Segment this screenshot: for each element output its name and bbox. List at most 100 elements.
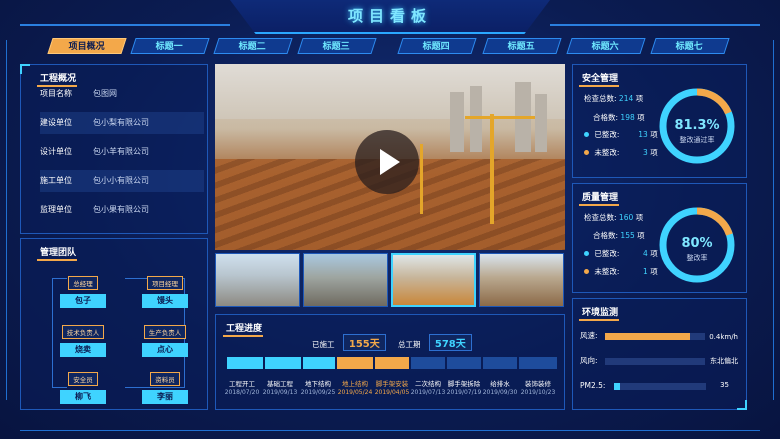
stat-label: 合格数: — [593, 231, 619, 240]
role-title: 技术负责人 — [61, 325, 105, 339]
video-thumbnail[interactable] — [215, 253, 300, 307]
role-title: 安全员 — [68, 372, 98, 386]
env-value: 35 — [720, 381, 729, 389]
stat-value: 160 — [618, 213, 634, 222]
quality-title: 质量管理 — [578, 190, 620, 206]
stat-unit: 项 — [635, 94, 644, 103]
video-building — [470, 86, 482, 152]
stat-label: 已整改: — [594, 249, 620, 258]
env-value: 东北偏北 — [710, 357, 738, 365]
stat-row: 合格数: 155 项 — [593, 230, 645, 242]
info-label: 建设单位 — [40, 118, 72, 127]
tab-project-overview[interactable]: 项目概况 — [47, 38, 127, 54]
member-name: 李丽 — [142, 390, 188, 404]
stage-bar — [227, 357, 263, 369]
tab-title-1[interactable]: 标题一 — [130, 38, 210, 54]
stat-label: 检查总数: — [584, 94, 617, 103]
role-title: 项目经理 — [147, 276, 183, 290]
stage-bar — [337, 357, 373, 369]
stat-value: 1 — [643, 267, 648, 276]
total-value: 578天 — [428, 334, 472, 351]
stat-value: 214 — [618, 94, 634, 103]
stat-row: 未整改: 3 项 — [584, 147, 658, 159]
env-value: 0.4km/h — [709, 333, 738, 341]
stage-bar — [411, 357, 445, 369]
stat-label: 已整改: — [594, 130, 620, 139]
member-name: 烧卖 — [60, 343, 106, 357]
role-title: 资料员 — [150, 372, 180, 386]
stat-row: 检查总数: 214 项 — [584, 93, 643, 105]
team-member: 生产负责人 点心 — [134, 320, 196, 357]
role-title: 生产负责人 — [143, 325, 187, 339]
tab-title-2[interactable]: 标题二 — [213, 38, 293, 54]
info-value: 包小果有限公司 — [93, 205, 149, 214]
corner-accent — [20, 64, 30, 74]
stage-bar — [375, 357, 409, 369]
stat-row: 检查总数: 160 项 — [584, 212, 643, 224]
used-label: 已施工 — [312, 340, 335, 349]
video-crane — [490, 114, 494, 224]
video-thumbnail[interactable] — [303, 253, 388, 307]
total-label: 总工期 — [398, 340, 421, 349]
env-row: PM2.5: — [580, 380, 605, 392]
stat-unit: 项 — [635, 213, 644, 222]
status-dot — [584, 150, 589, 155]
safety-title: 安全管理 — [578, 71, 620, 87]
info-value: 包图网 — [93, 89, 117, 98]
safety-ring-value: 81.3% — [674, 118, 720, 133]
used-days: 已施工 155天 — [312, 334, 386, 351]
env-row: 风速: — [580, 330, 598, 342]
video-thumbnail[interactable] — [479, 253, 564, 307]
team-member: 技术负责人 烧卖 — [52, 320, 114, 357]
stat-row: 合格数: 198 项 — [593, 112, 645, 124]
progress-title: 工程进度 — [222, 321, 264, 337]
stat-label: 未整改: — [594, 148, 620, 157]
tab-title-3[interactable]: 标题三 — [297, 38, 377, 54]
team-title: 管理团队 — [36, 245, 78, 261]
header-rule-left — [20, 24, 230, 26]
quality-ring-value: 80% — [681, 236, 713, 251]
stage-date: 2019/10/23 — [520, 389, 556, 396]
info-value: 包小小有限公司 — [93, 176, 149, 185]
play-button[interactable] — [355, 130, 419, 194]
video-sky — [215, 64, 565, 119]
frame-bottom — [20, 430, 760, 431]
video-building — [535, 94, 547, 152]
video-thumbnail[interactable] — [391, 253, 476, 307]
info-label: 施工单位 — [40, 176, 72, 185]
corner-accent — [737, 400, 747, 410]
used-value: 155天 — [342, 334, 386, 351]
video-crane — [465, 116, 535, 119]
stat-row: 未整改: 1 项 — [584, 266, 658, 278]
status-dot — [584, 251, 589, 256]
team-member: 安全员 柳飞 — [52, 367, 114, 404]
tab-title-7[interactable]: 标题七 — [650, 38, 730, 54]
stat-value: 3 — [643, 148, 648, 157]
tab-title-5[interactable]: 标题五 — [482, 38, 562, 54]
safety-ring-label: 整改通过率 — [679, 136, 715, 144]
stat-value: 155 — [620, 231, 635, 240]
stat-row: 已整改: 4 项 — [584, 248, 658, 260]
info-row: 建设单位 包小梨有限公司 — [40, 112, 204, 134]
tab-title-4[interactable]: 标题四 — [397, 38, 477, 54]
stat-value: 13 — [638, 130, 648, 139]
stage-bar — [265, 357, 301, 369]
member-name: 点心 — [142, 343, 188, 357]
team-member: 总经理 包子 — [52, 271, 114, 308]
stage-name: 装饰装修 — [525, 380, 551, 388]
info-value: 包小梨有限公司 — [93, 118, 149, 127]
member-name: 馒头 — [142, 294, 188, 308]
info-row: 项目名称 包图网 — [40, 83, 204, 105]
stage-bar — [483, 357, 517, 369]
tab-title-6[interactable]: 标题六 — [566, 38, 646, 54]
header-rule-right — [550, 24, 760, 26]
stat-label: 检查总数: — [584, 213, 617, 222]
frame-left — [6, 40, 7, 400]
environment-title: 环境监测 — [578, 305, 620, 321]
member-name: 包子 — [60, 294, 106, 308]
stage-bar — [303, 357, 335, 369]
member-name: 柳飞 — [60, 390, 106, 404]
quality-ring-label: 整改率 — [686, 254, 708, 262]
team-member: 项目经理 馒头 — [134, 271, 196, 308]
info-row: 施工单位 包小小有限公司 — [40, 170, 204, 192]
